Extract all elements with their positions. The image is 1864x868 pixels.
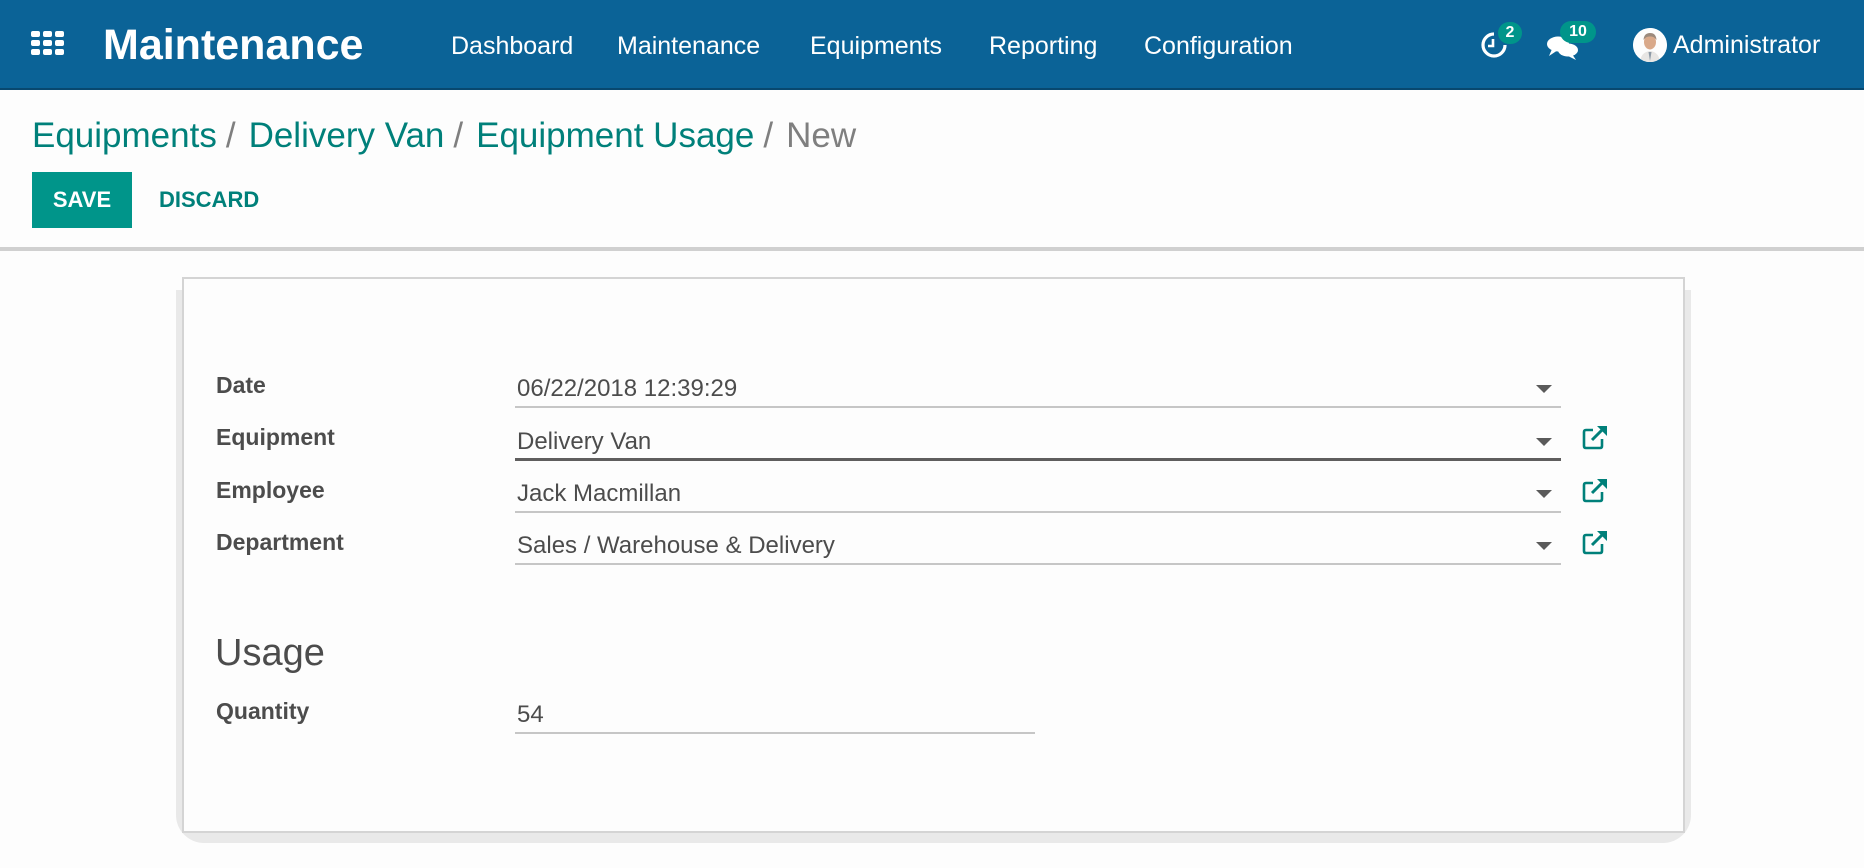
breadcrumb-separator: /: [763, 116, 774, 155]
breadcrumb-delivery-van[interactable]: Delivery Van: [249, 116, 445, 155]
activities-count-badge: 2: [1498, 22, 1522, 44]
user-avatar[interactable]: [1633, 28, 1667, 62]
equipment-value: Delivery Van: [517, 428, 652, 455]
external-link-icon[interactable]: [1581, 425, 1609, 451]
breadcrumb-equipments[interactable]: Equipments: [32, 116, 217, 155]
equipment-field[interactable]: Delivery Van: [515, 421, 1561, 461]
save-button[interactable]: SAVE: [32, 172, 132, 228]
avatar-image: [1633, 28, 1667, 62]
dropdown-caret-icon[interactable]: [1536, 542, 1552, 550]
external-link-icon[interactable]: [1581, 478, 1609, 504]
quantity-value: 54: [517, 701, 544, 728]
employee-value: Jack Macmillan: [517, 480, 682, 507]
external-link-icon[interactable]: [1581, 530, 1609, 556]
breadcrumb-separator: /: [225, 116, 236, 155]
menu-item-maintenance[interactable]: Maintenance: [617, 31, 760, 61]
dropdown-caret-icon[interactable]: [1536, 490, 1552, 498]
usage-section-title: Usage: [215, 632, 325, 674]
quantity-input[interactable]: 54: [515, 694, 1035, 734]
department-field[interactable]: Sales / Warehouse & Delivery: [515, 525, 1561, 565]
breadcrumb-separator: /: [453, 116, 464, 155]
top-navbar: Maintenance Dashboard Maintenance Equipm…: [0, 0, 1864, 90]
quantity-label: Quantity: [216, 698, 310, 724]
menu-item-equipments[interactable]: Equipments: [810, 31, 942, 61]
breadcrumb-equipment-usage[interactable]: Equipment Usage: [476, 116, 754, 155]
menu-item-dashboard[interactable]: Dashboard: [451, 31, 573, 61]
equipment-label: Equipment: [216, 424, 335, 450]
employee-field[interactable]: Jack Macmillan: [515, 473, 1561, 513]
breadcrumb-current: New: [786, 116, 857, 155]
dropdown-caret-icon[interactable]: [1536, 385, 1552, 393]
menu-item-configuration[interactable]: Configuration: [1144, 31, 1293, 61]
breadcrumb: Equipments / Delivery Van / Equipment Usage /…: [32, 114, 856, 158]
date-label: Date: [216, 372, 266, 398]
messages-count-badge: 10: [1560, 21, 1596, 43]
discard-button[interactable]: DISCARD: [159, 172, 259, 228]
menu-item-reporting[interactable]: Reporting: [989, 31, 1097, 61]
control-panel-divider: [0, 247, 1864, 251]
apps-grid-icon[interactable]: [31, 31, 67, 55]
user-menu[interactable]: Administrator: [1673, 30, 1820, 60]
date-field[interactable]: 06/22/2018 12:39:29: [515, 368, 1561, 408]
department-label: Department: [216, 529, 344, 555]
app-title: Maintenance: [103, 21, 364, 69]
dropdown-caret-icon[interactable]: [1536, 438, 1552, 446]
date-value: 06/22/2018 12:39:29: [517, 375, 738, 402]
department-value: Sales / Warehouse & Delivery: [517, 532, 835, 559]
employee-label: Employee: [216, 477, 325, 503]
